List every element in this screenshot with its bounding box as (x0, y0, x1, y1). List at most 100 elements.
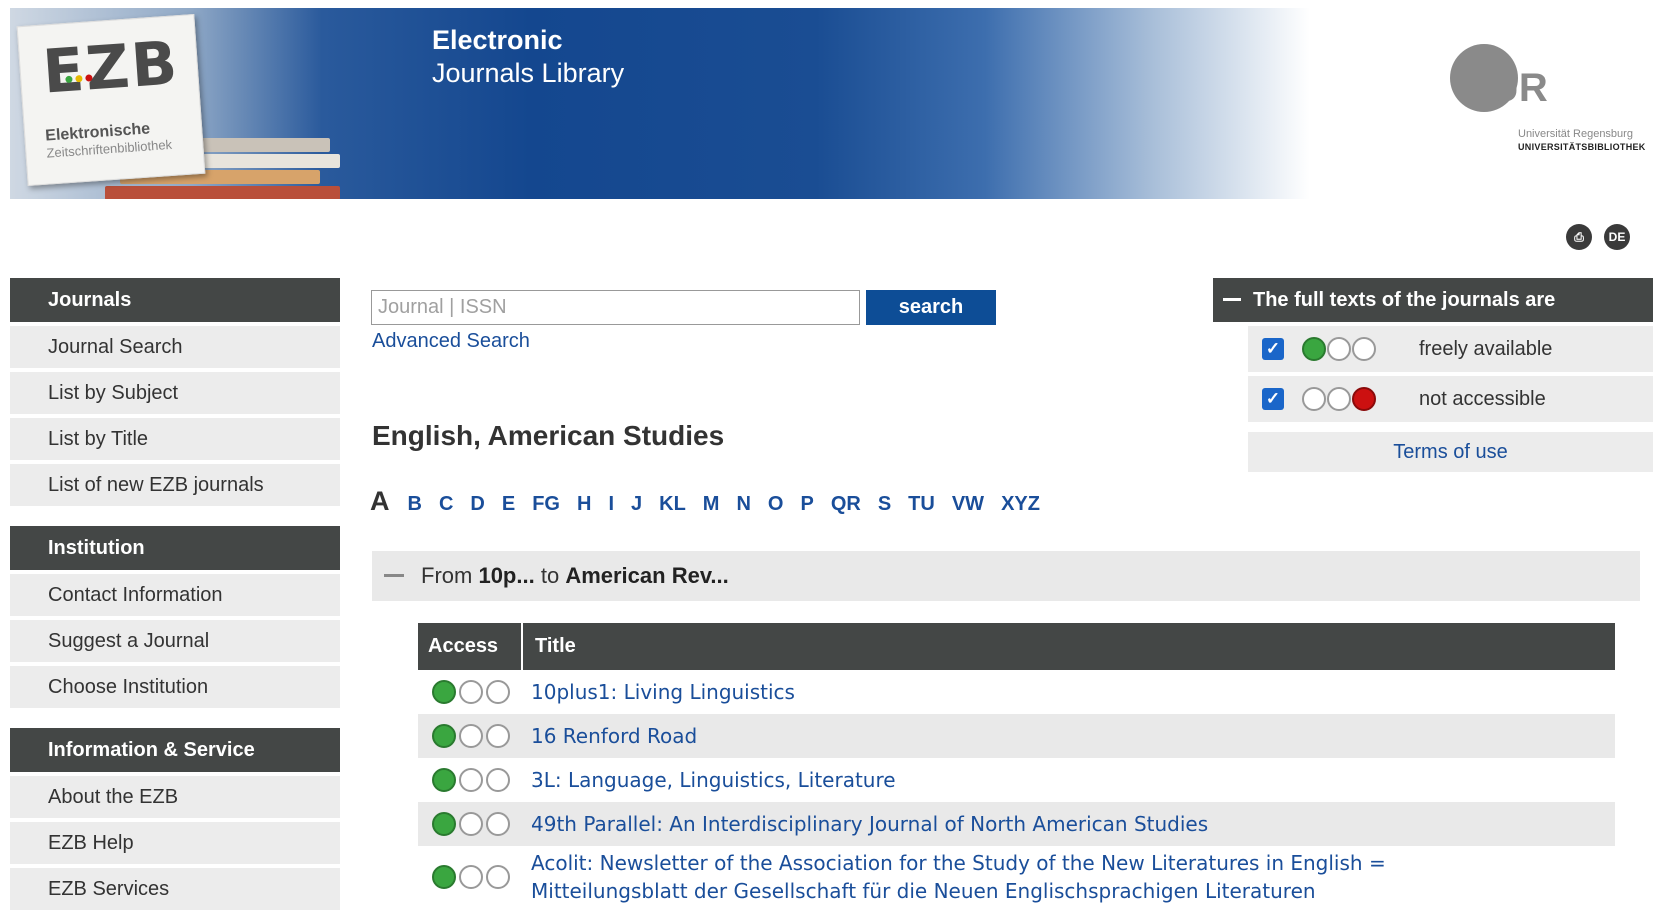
alphabet-letter[interactable]: E (502, 493, 515, 516)
alphabet-letter[interactable]: C (439, 493, 453, 516)
table-row: 3L: Language, Linguistics, Literature (418, 758, 1615, 802)
empty-light-icon (459, 724, 483, 748)
sidebar-item-choose-institution[interactable]: Choose Institution (10, 666, 340, 708)
search-button[interactable]: search (866, 290, 996, 325)
empty-light-icon (486, 865, 510, 889)
table-row: 16 Renford Road (418, 714, 1615, 758)
range-prefix: From (421, 563, 473, 588)
sidebar-item-new-journals[interactable]: List of new EZB journals (10, 464, 340, 506)
sidebar-section-information: Information & Service (10, 728, 340, 772)
access-indicator (1302, 337, 1397, 361)
checkbox-not-accessible[interactable]: ✓ (1262, 388, 1284, 410)
print-icon[interactable]: ⎙ (1566, 224, 1592, 250)
empty-light-icon (459, 865, 483, 889)
green-light-icon (432, 680, 456, 704)
journal-title-link[interactable]: 3L: Language, Linguistics, Literature (523, 766, 896, 794)
empty-light-icon (486, 680, 510, 704)
range-header[interactable]: From 10p... to American Rev... (372, 551, 1640, 601)
sidebar-item-about[interactable]: About the EZB (10, 776, 340, 818)
journal-table: Access Title 10plus1: Living Linguistics… (418, 623, 1615, 908)
empty-light-icon (1302, 387, 1326, 411)
sidebar-item-list-by-subject[interactable]: List by Subject (10, 372, 340, 414)
ezb-logo-text: EZB (40, 28, 182, 108)
sidebar-item-list-by-title[interactable]: List by Title (10, 418, 340, 460)
journal-title-link[interactable]: 10plus1: Living Linguistics (523, 678, 795, 706)
site-title-line1: Electronic (432, 25, 563, 55)
journal-title-link[interactable]: 49th Parallel: An Interdisciplinary Jour… (523, 810, 1208, 838)
access-indicator (418, 680, 523, 704)
range-from: 10p... (478, 563, 535, 588)
filter-freely-available[interactable]: ✓ freely available (1248, 326, 1653, 372)
table-row: Acolit: Newsletter of the Association fo… (418, 846, 1615, 908)
collapse-icon[interactable] (384, 574, 404, 577)
alphabet-letter[interactable]: J (631, 493, 642, 516)
sidebar-item-journal-search[interactable]: Journal Search (10, 326, 340, 368)
language-de-icon[interactable]: DE (1604, 224, 1630, 250)
search-input[interactable] (371, 290, 860, 325)
table-header: Access Title (418, 623, 1615, 670)
page-title: English, American Studies (372, 420, 725, 451)
alphabet-letter[interactable]: M (703, 493, 720, 516)
range-to: American Rev... (565, 563, 729, 588)
alphabet-letter[interactable]: TU (908, 493, 935, 516)
access-indicator (1302, 387, 1397, 411)
journal-title-link[interactable]: Acolit: Newsletter of the Association fo… (523, 849, 1523, 905)
alphabet-letter[interactable]: P (800, 493, 813, 516)
alphabet-letter[interactable]: H (577, 493, 591, 516)
alphabet-letter[interactable]: N (736, 493, 750, 516)
ezb-logo[interactable]: EZB Elektronische Zeitschriftenbibliothe… (16, 13, 206, 187)
empty-light-icon (486, 768, 510, 792)
access-indicator (418, 724, 523, 748)
sidebar-item-contact[interactable]: Contact Information (10, 574, 340, 616)
ur-logo[interactable]: UR Universität Regensburg UNIVERSITÄTSBI… (1448, 44, 1653, 164)
empty-light-icon (1327, 337, 1351, 361)
sidebar-section-journals: Journals (10, 278, 340, 322)
empty-light-icon (486, 724, 510, 748)
green-light-icon (432, 812, 456, 836)
alphabet-letter[interactable]: D (470, 493, 484, 516)
empty-light-icon (1327, 387, 1351, 411)
alphabet-letter[interactable]: FG (532, 493, 560, 516)
green-light-icon (432, 865, 456, 889)
empty-light-icon (486, 812, 510, 836)
alphabet-letter[interactable]: O (768, 493, 784, 516)
range-label: From 10p... to American Rev... (421, 551, 729, 601)
access-indicator (418, 768, 523, 792)
alphabet-letter[interactable]: S (878, 493, 891, 516)
table-row: 49th Parallel: An Interdisciplinary Jour… (418, 802, 1615, 846)
green-light-icon (432, 724, 456, 748)
access-indicator (418, 865, 523, 889)
alphabet-letter[interactable]: QR (831, 493, 861, 516)
access-filter-panel: The full texts of the journals are ✓ fre… (1213, 278, 1653, 472)
alphabet-letter[interactable]: XYZ (1001, 493, 1040, 516)
sidebar-section-institution: Institution (10, 526, 340, 570)
collapse-icon[interactable] (1223, 298, 1241, 301)
alphabet-letter[interactable]: VW (952, 493, 984, 516)
site-title: Electronic Journals Library (432, 24, 624, 90)
alphabet-letter[interactable]: I (608, 493, 614, 516)
filter-panel-header[interactable]: The full texts of the journals are (1213, 278, 1653, 322)
alphabet-letter-active: A (370, 486, 390, 516)
green-light-icon (432, 768, 456, 792)
ur-logo-library: UNIVERSITÄTSBIBLIOTHEK (1518, 142, 1646, 152)
empty-light-icon (459, 812, 483, 836)
table-row: 10plus1: Living Linguistics (418, 670, 1615, 714)
advanced-search-link[interactable]: Advanced Search (372, 330, 530, 353)
checkbox-freely-available[interactable]: ✓ (1262, 338, 1284, 360)
sidebar-item-services[interactable]: EZB Services (10, 868, 340, 910)
filter-label: not accessible (1419, 387, 1546, 410)
alphabet-letter[interactable]: KL (659, 493, 686, 516)
alphabet-letter[interactable]: B (408, 493, 422, 516)
alphabet-nav: A B C D E FG H I J KL M N O P QR S TU VW… (370, 486, 1057, 517)
filter-not-accessible[interactable]: ✓ not accessible (1248, 376, 1653, 422)
site-title-line2: Journals Library (432, 58, 625, 88)
journal-title-link[interactable]: 16 Renford Road (523, 722, 697, 750)
filter-label: freely available (1419, 337, 1553, 360)
filter-panel-title: The full texts of the journals are (1253, 289, 1556, 311)
range-mid: to (540, 563, 560, 588)
sidebar-item-suggest-journal[interactable]: Suggest a Journal (10, 620, 340, 662)
terms-of-use-link[interactable]: Terms of use (1248, 432, 1653, 472)
red-light-icon (1352, 387, 1376, 411)
access-indicator (418, 812, 523, 836)
sidebar-item-help[interactable]: EZB Help (10, 822, 340, 864)
